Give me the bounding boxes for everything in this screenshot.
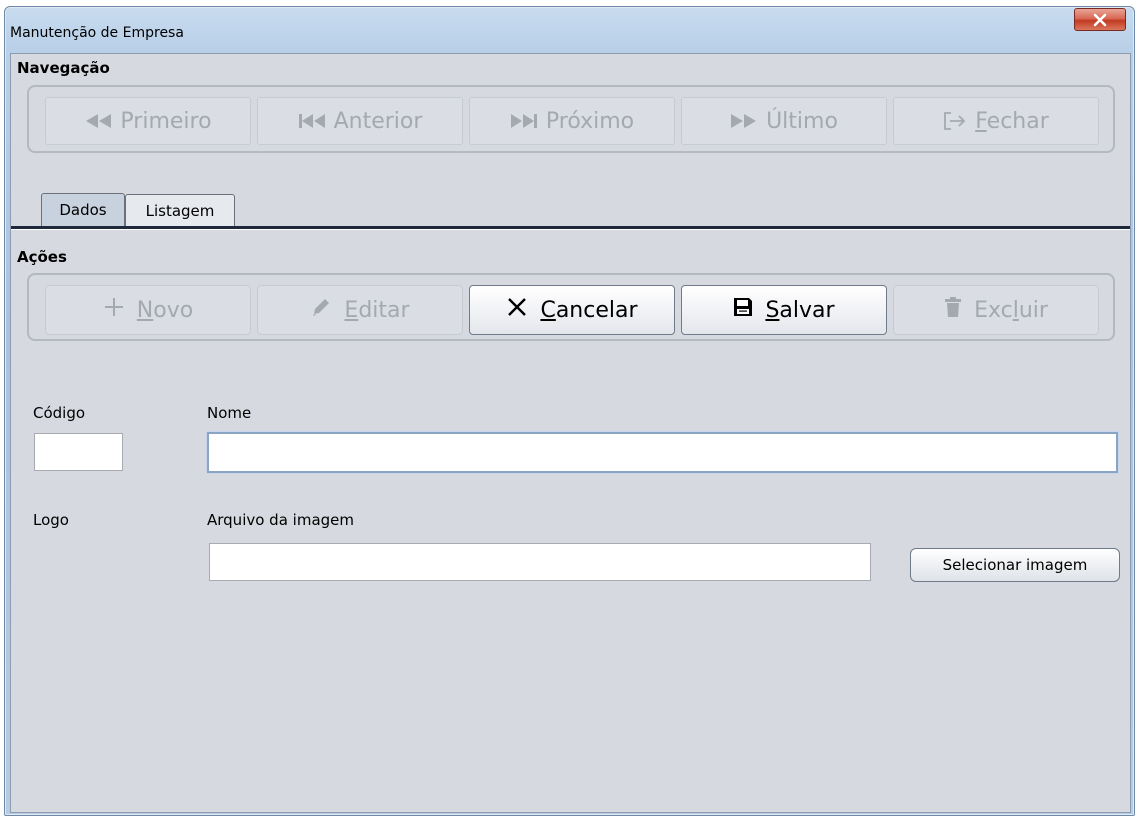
actions-group: Novo Editar Cancelar Salvar Excluir: [27, 273, 1115, 341]
logo-label: Logo: [33, 511, 69, 529]
actions-group-title: Ações: [17, 248, 67, 266]
previous-record-label: Anterior: [333, 108, 423, 134]
first-record-button[interactable]: Primeiro: [45, 97, 251, 145]
save-button-label: Salvar: [765, 297, 835, 323]
edit-button-label: Editar: [344, 297, 410, 323]
arquivo-imagem-input[interactable]: [209, 543, 871, 581]
window-title: Manutenção de Empresa: [10, 25, 184, 41]
select-image-label: Selecionar imagem: [942, 556, 1088, 574]
tab-divider-highlight: [11, 229, 1130, 230]
fast-forward-icon: [730, 113, 758, 129]
edit-button[interactable]: Editar: [257, 285, 463, 335]
skip-back-icon: [298, 113, 326, 129]
tab-listagem[interactable]: Listagem: [125, 194, 235, 226]
arquivo-imagem-label: Arquivo da imagem: [207, 511, 354, 529]
codigo-input[interactable]: [34, 433, 123, 471]
cancel-button[interactable]: Cancelar: [469, 285, 675, 335]
last-record-button[interactable]: Último: [681, 97, 887, 145]
close-window-button[interactable]: [1074, 8, 1126, 31]
delete-button[interactable]: Excluir: [893, 285, 1099, 335]
new-button-label: Novo: [136, 297, 194, 323]
first-record-label: Primeiro: [120, 108, 212, 134]
next-record-label: Próximo: [545, 108, 635, 134]
pencil-icon: [310, 296, 332, 324]
close-icon: [1093, 13, 1107, 26]
window-content: Navegação Primeiro Anterior Próximo Últi…: [10, 53, 1131, 813]
cancel-button-label: Cancelar: [540, 297, 638, 323]
last-record-label: Último: [766, 108, 838, 134]
navigation-group-title: Navegação: [17, 59, 110, 77]
delete-button-label: Excluir: [974, 297, 1048, 323]
next-record-button[interactable]: Próximo: [469, 97, 675, 145]
rewind-icon: [84, 113, 112, 129]
nome-label: Nome: [207, 404, 252, 422]
save-button[interactable]: Salvar: [681, 285, 887, 335]
tab-listagem-label: Listagem: [145, 201, 215, 220]
tab-dados-label: Dados: [59, 201, 107, 219]
floppy-icon: [733, 297, 753, 323]
plus-icon: [103, 296, 125, 324]
close-form-label: Fechar: [975, 108, 1049, 134]
nome-input[interactable]: [207, 432, 1118, 473]
title-bar[interactable]: Manutenção de Empresa: [5, 7, 1134, 57]
close-form-button[interactable]: Fechar: [893, 97, 1099, 145]
tab-dados[interactable]: Dados: [41, 193, 125, 226]
previous-record-button[interactable]: Anterior: [257, 97, 463, 145]
application-window: Manutenção de Empresa Navegação Primeiro…: [4, 6, 1135, 816]
select-image-button[interactable]: Selecionar imagem: [910, 548, 1120, 582]
new-button[interactable]: Novo: [45, 285, 251, 335]
trash-icon: [944, 296, 962, 324]
skip-forward-icon: [510, 113, 538, 129]
navigation-group: Primeiro Anterior Próximo Último Fechar: [27, 85, 1115, 153]
x-icon: [506, 296, 528, 324]
codigo-label: Código: [33, 404, 86, 422]
exit-icon: [943, 111, 967, 131]
